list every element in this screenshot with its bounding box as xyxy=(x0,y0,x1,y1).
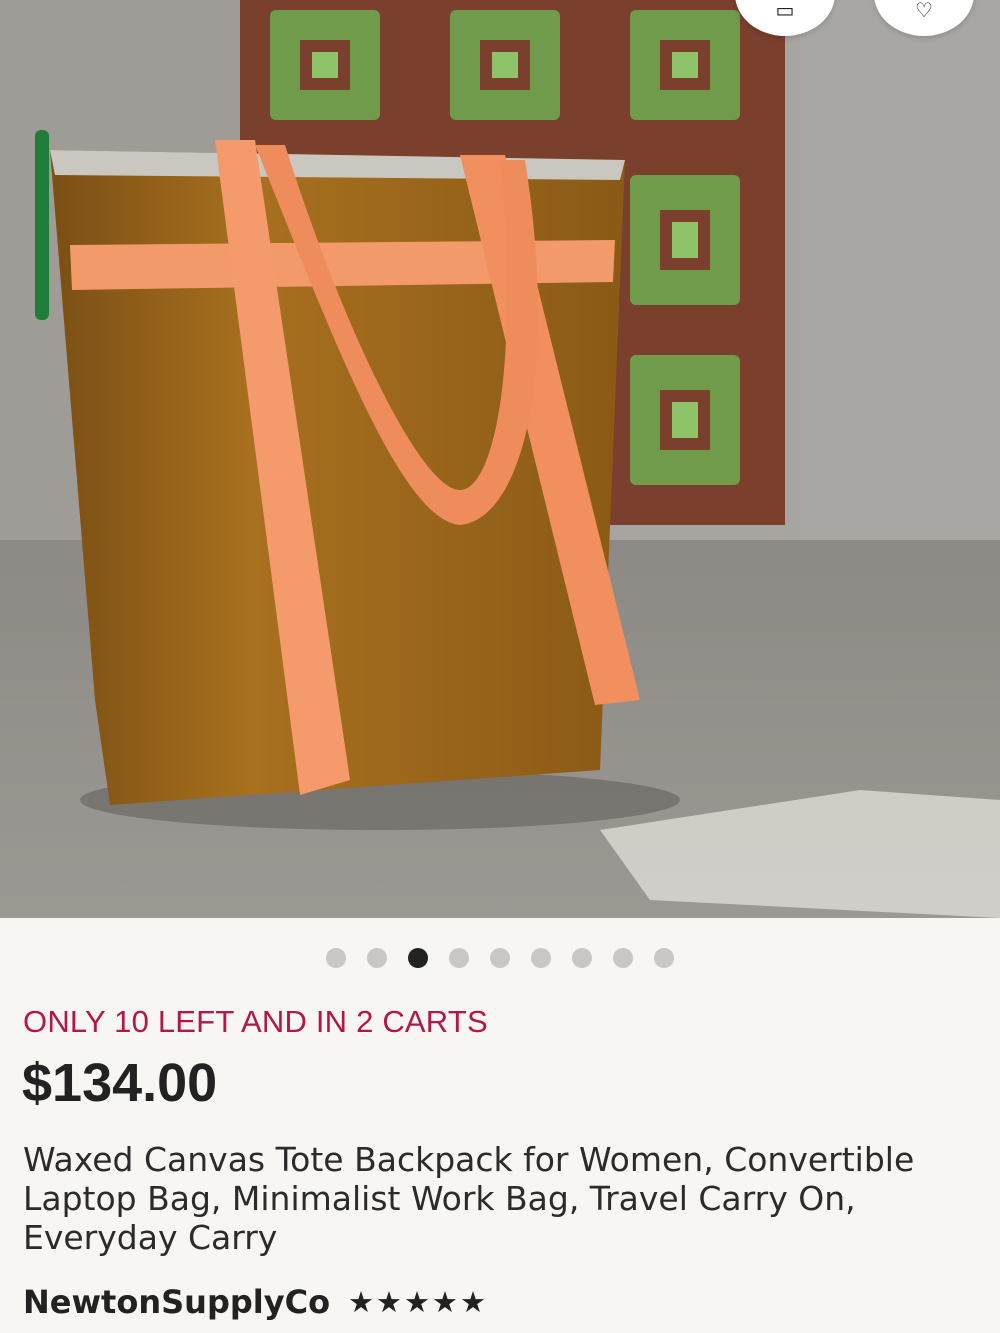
carousel-dot[interactable] xyxy=(326,948,346,968)
carousel-dot[interactable] xyxy=(490,948,510,968)
stock-notice: ONLY 10 LEFT AND IN 2 CARTS xyxy=(23,1004,488,1039)
carousel-dot[interactable] xyxy=(449,948,469,968)
listing-title: Waxed Canvas Tote Backpack for Women, Co… xyxy=(23,1140,915,1257)
carousel-dot[interactable] xyxy=(367,948,387,968)
carousel-dot[interactable] xyxy=(654,948,674,968)
shop-name-link[interactable]: NewtonSupplyCo xyxy=(23,1283,330,1321)
carousel-dot[interactable] xyxy=(613,948,633,968)
shop-info: NewtonSupplyCo ★★★★★ xyxy=(23,1283,488,1321)
product-image xyxy=(0,0,1000,918)
product-photo[interactable]: ▭ ♡ xyxy=(0,0,1000,918)
star-rating[interactable]: ★★★★★ xyxy=(348,1285,488,1319)
image-carousel-indicator[interactable] xyxy=(0,948,1000,968)
share-icon: ▭ xyxy=(775,0,795,22)
heart-icon: ♡ xyxy=(915,0,933,22)
carousel-dot[interactable] xyxy=(531,948,551,968)
price: $134.00 xyxy=(22,1053,218,1113)
carousel-dot[interactable] xyxy=(408,948,428,968)
carousel-dot[interactable] xyxy=(572,948,592,968)
